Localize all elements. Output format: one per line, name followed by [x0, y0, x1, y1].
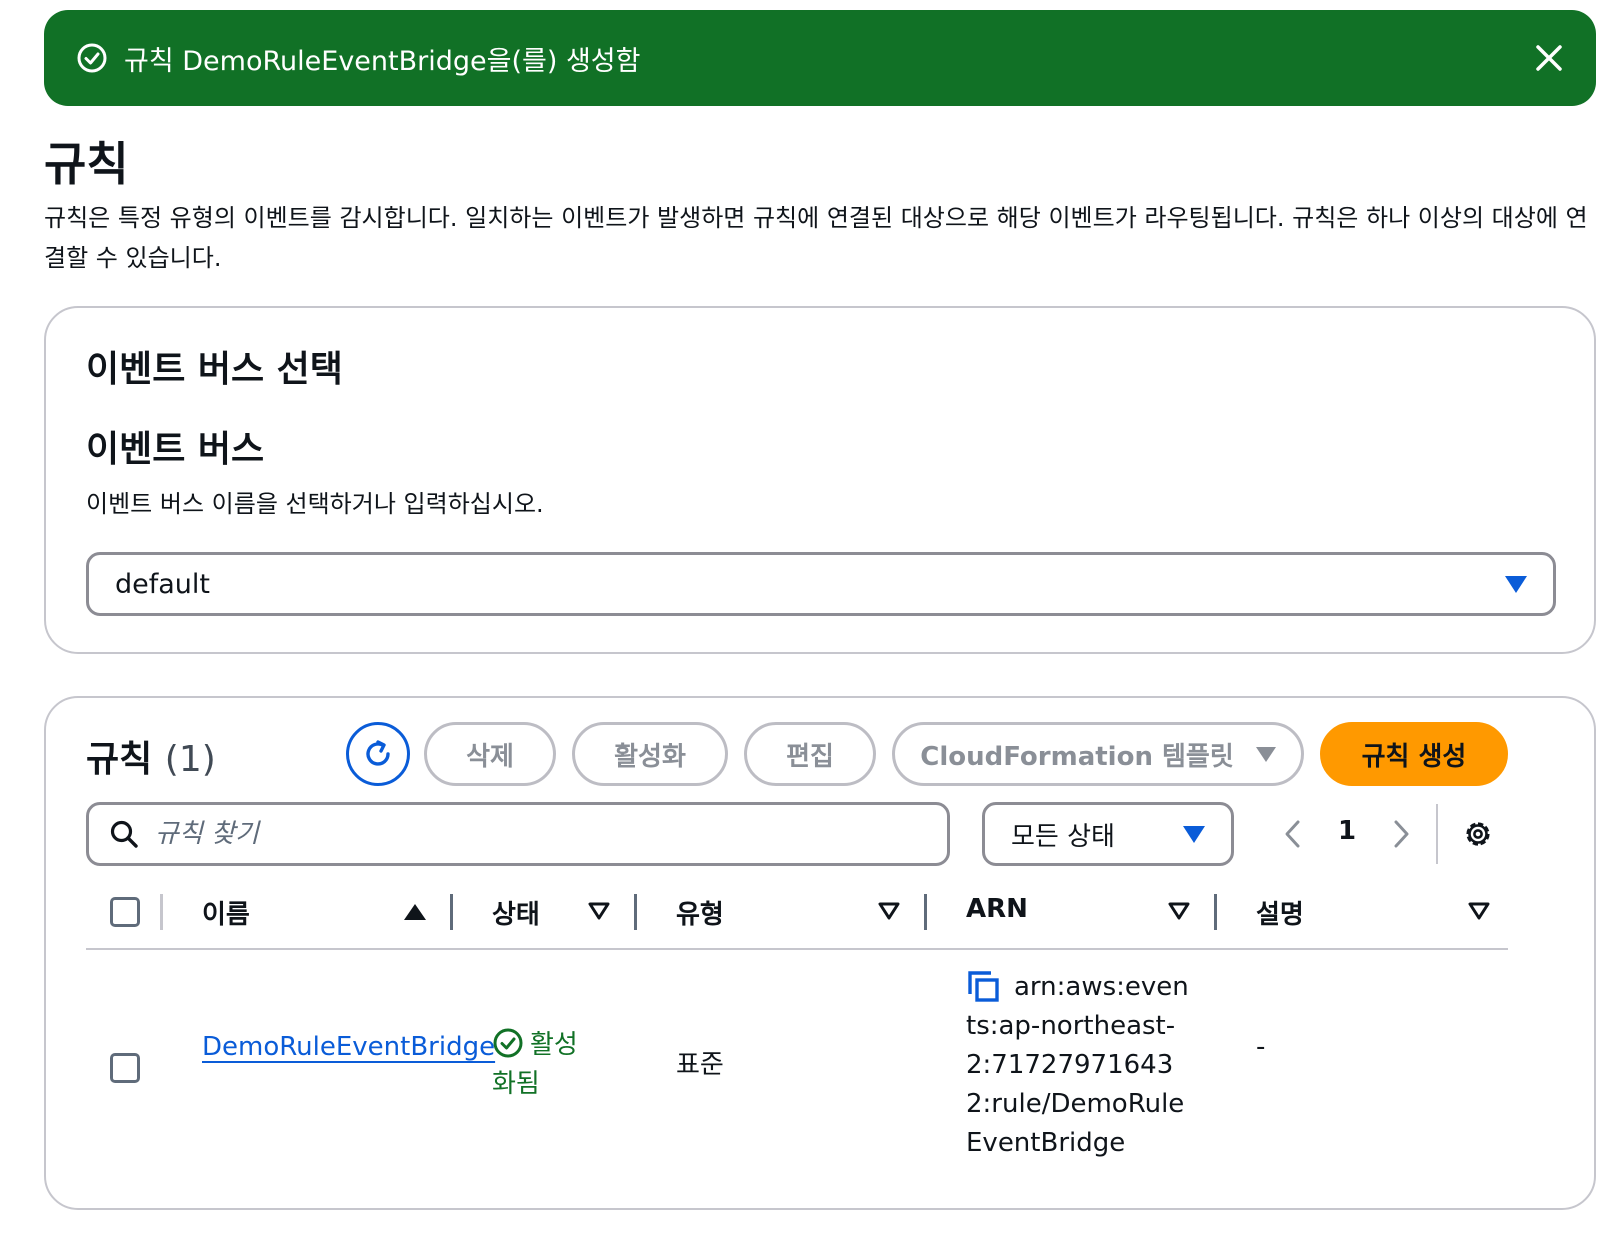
- page-description: 규칙은 특정 유형의 이벤트를 감시합니다. 일치하는 이벤트가 발생하면 규칙…: [44, 204, 1588, 272]
- rule-status: 활성화됨: [492, 1026, 592, 1104]
- rule-type: 표준: [676, 1050, 724, 1080]
- refresh-button[interactable]: [346, 722, 410, 786]
- check-circle-icon: [76, 42, 108, 74]
- column-header-name[interactable]: 이름: [202, 894, 250, 931]
- rules-table-title: 규칙 (1): [86, 730, 216, 782]
- column-header-type[interactable]: 유형: [676, 894, 724, 931]
- chevron-left-icon: [1285, 820, 1300, 848]
- flash-message: 규칙 DemoRuleEventBridge을(를) 생성함: [124, 45, 641, 77]
- rule-description: -: [1256, 1032, 1266, 1062]
- previous-page-button[interactable]: [1278, 816, 1308, 852]
- event-bus-panel: 이벤트 버스 선택 이벤트 버스 이벤트 버스 이름을 선택하거나 입력하십시오…: [44, 306, 1596, 654]
- sort-ascending-icon[interactable]: [404, 904, 426, 920]
- column-separator[interactable]: [634, 894, 637, 930]
- delete-button[interactable]: 삭제: [424, 722, 556, 786]
- copy-icon[interactable]: [966, 969, 1000, 1003]
- column-separator: [160, 894, 163, 930]
- caret-down-icon: [1183, 825, 1205, 843]
- column-header-status[interactable]: 상태: [492, 894, 540, 931]
- check-circle-icon: [492, 1027, 524, 1059]
- select-all-checkbox[interactable]: [110, 897, 140, 927]
- event-bus-select[interactable]: default: [86, 552, 1556, 616]
- page-title: 규칙: [44, 137, 129, 191]
- column-separator[interactable]: [1214, 894, 1217, 930]
- cloudformation-template-button[interactable]: CloudFormation 템플릿: [892, 722, 1304, 786]
- column-header-arn[interactable]: ARN: [966, 894, 1028, 924]
- search-icon: [109, 819, 139, 849]
- rules-title-label: 규칙: [86, 739, 153, 780]
- column-header-description[interactable]: 설명: [1256, 894, 1304, 931]
- rule-search-field[interactable]: [86, 802, 950, 866]
- rules-count: (1): [164, 739, 216, 780]
- event-bus-select-value: default: [115, 568, 211, 600]
- event-bus-field-label: 이벤트 버스: [86, 429, 265, 470]
- pagination-divider: [1436, 804, 1438, 864]
- column-separator[interactable]: [450, 894, 453, 930]
- edit-button[interactable]: 편집: [744, 722, 876, 786]
- enable-button[interactable]: 활성화: [572, 722, 728, 786]
- table-header-divider: [86, 948, 1508, 950]
- rule-search-input[interactable]: [155, 819, 927, 849]
- current-page-number[interactable]: 1: [1332, 816, 1362, 846]
- rule-arn: arn:aws:events:ap-northeast-2:7172797164…: [966, 948, 1196, 1163]
- next-page-button[interactable]: [1386, 816, 1416, 852]
- table-preferences-button[interactable]: [1460, 816, 1496, 852]
- create-rule-button[interactable]: 규칙 생성: [1320, 722, 1508, 786]
- event-bus-panel-heading: 이벤트 버스 선택: [86, 349, 343, 390]
- status-filter-select[interactable]: 모든 상태: [982, 802, 1234, 866]
- cloudformation-template-label: CloudFormation 템플릿: [920, 741, 1234, 772]
- rule-name-link[interactable]: DemoRuleEventBridge: [202, 1028, 495, 1067]
- caret-down-icon: [1505, 575, 1527, 593]
- rules-table-panel: 규칙 (1) 삭제 활성화 편집 CloudFormation 템플릿 규칙 생…: [44, 696, 1596, 1210]
- status-filter-value: 모든 상태: [1011, 821, 1115, 852]
- column-separator[interactable]: [924, 894, 927, 930]
- success-flashbar: 규칙 DemoRuleEventBridge을(를) 생성함: [44, 10, 1596, 106]
- event-bus-field-hint: 이벤트 버스 이름을 선택하거나 입력하십시오.: [86, 490, 544, 518]
- caret-down-icon: [1255, 746, 1276, 762]
- refresh-icon: [360, 736, 396, 772]
- chevron-right-icon: [1394, 820, 1409, 848]
- row-select-checkbox[interactable]: [110, 1053, 140, 1083]
- gear-icon: [1466, 822, 1490, 846]
- close-icon[interactable]: [1532, 41, 1566, 75]
